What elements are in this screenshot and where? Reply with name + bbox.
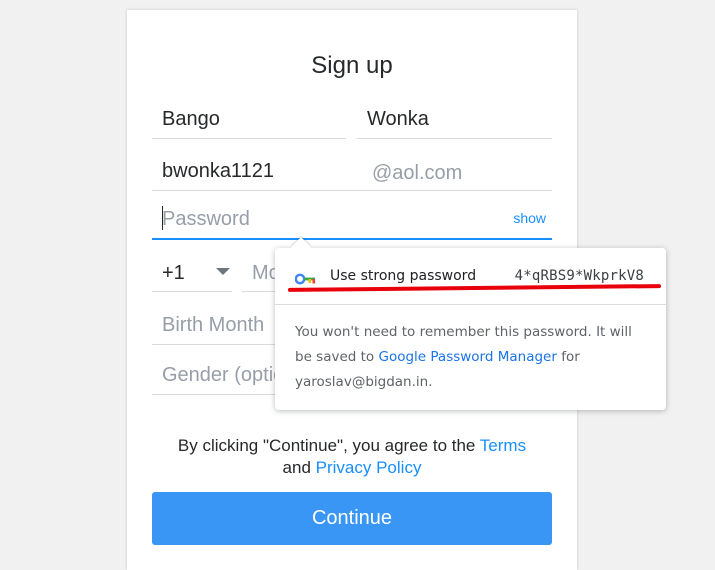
birth-month-placeholder: Birth Month — [162, 314, 265, 336]
username-field[interactable]: bwonka1121 — [152, 150, 552, 191]
username-value: bwonka1121 — [162, 160, 274, 182]
use-strong-password-option[interactable]: Use strong password 4*qRBS9*WkprkV8 — [275, 248, 666, 304]
last-name-value: Wonka — [367, 108, 429, 130]
legal-text: By clicking "Continue", you agree to the… — [152, 435, 552, 479]
show-password-link[interactable]: show — [513, 210, 546, 226]
continue-button[interactable]: Continue — [152, 492, 552, 545]
password-manager-info: You won't need to remember this password… — [295, 320, 652, 395]
country-code-select[interactable]: +1 — [152, 252, 232, 292]
password-field[interactable]: Password show — [152, 198, 552, 240]
domain-suffix: @aol.com — [372, 162, 463, 184]
password-suggestion-popup: Use strong password 4*qRBS9*WkprkV8 You … — [275, 237, 666, 410]
legal-and: and — [282, 458, 316, 477]
legal-prefix: By clicking "Continue", you agree to the — [177, 436, 480, 455]
country-code-value: +1 — [162, 262, 185, 284]
gender-placeholder: Gender (optio — [162, 364, 285, 386]
first-name-field[interactable]: Bango — [152, 98, 346, 139]
red-annotation-underline — [287, 284, 662, 292]
last-name-field[interactable]: Wonka — [357, 98, 552, 139]
google-password-manager-link[interactable]: Google Password Manager — [378, 349, 556, 365]
password-placeholder: Password — [162, 208, 250, 230]
first-name-value: Bango — [162, 108, 220, 130]
popup-divider — [275, 304, 666, 305]
chevron-down-icon — [216, 268, 230, 275]
suggested-password: 4*qRBS9*WkprkV8 — [514, 268, 644, 284]
page-title: Sign up — [311, 52, 393, 79]
privacy-policy-link[interactable]: Privacy Policy — [316, 458, 422, 477]
key-icon — [294, 270, 317, 289]
suggest-label: Use strong password — [330, 268, 477, 284]
terms-link[interactable]: Terms — [480, 436, 526, 455]
